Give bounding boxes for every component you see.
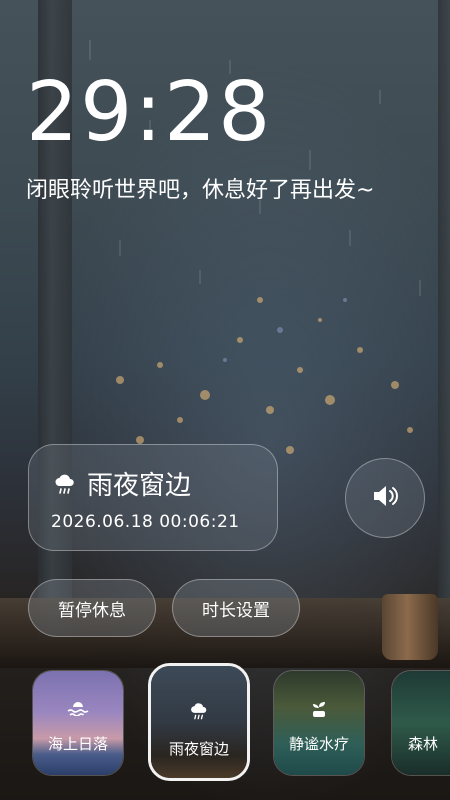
speaker-icon	[370, 481, 400, 515]
scene-label: 森林	[408, 735, 439, 753]
sea-wave-icon	[33, 701, 123, 721]
scene-thumbnail	[33, 671, 123, 775]
scene-card-forest[interactable]: 森林	[391, 670, 450, 776]
rest-message: 闭眼聆听世界吧，休息好了再出发~	[26, 178, 375, 203]
rain-cloud-icon	[53, 473, 77, 497]
scene-card-sea-sunset[interactable]: 海上日落	[32, 670, 124, 776]
scene-label: 海上日落	[47, 735, 108, 753]
scene-label: 雨夜窗边	[168, 740, 229, 758]
window-frame-right	[438, 0, 450, 640]
scene-thumbnail	[392, 671, 450, 775]
scene-thumbnail	[274, 671, 364, 775]
sprout-icon	[274, 701, 364, 721]
sound-toggle-button[interactable]	[345, 458, 425, 538]
coffee-cup	[382, 594, 438, 660]
scene-label: 静谧水疗	[288, 735, 349, 753]
now-playing-title: 雨夜窗边	[87, 471, 192, 501]
rain-cloud-icon	[151, 702, 247, 722]
scene-card-quiet-spa[interactable]: 静谧水疗	[273, 670, 365, 776]
duration-settings-button[interactable]: 时长设置	[172, 579, 300, 637]
scene-card-rainy-window[interactable]: 雨夜窗边	[148, 663, 250, 781]
now-playing-datetime: 2026.06.18 00:06:21	[51, 512, 240, 532]
pause-rest-button[interactable]: 暂停休息	[28, 579, 156, 637]
now-playing-card[interactable]: 雨夜窗边 2026.06.18 00:06:21	[28, 444, 278, 551]
countdown-time: 29:28	[26, 65, 273, 160]
